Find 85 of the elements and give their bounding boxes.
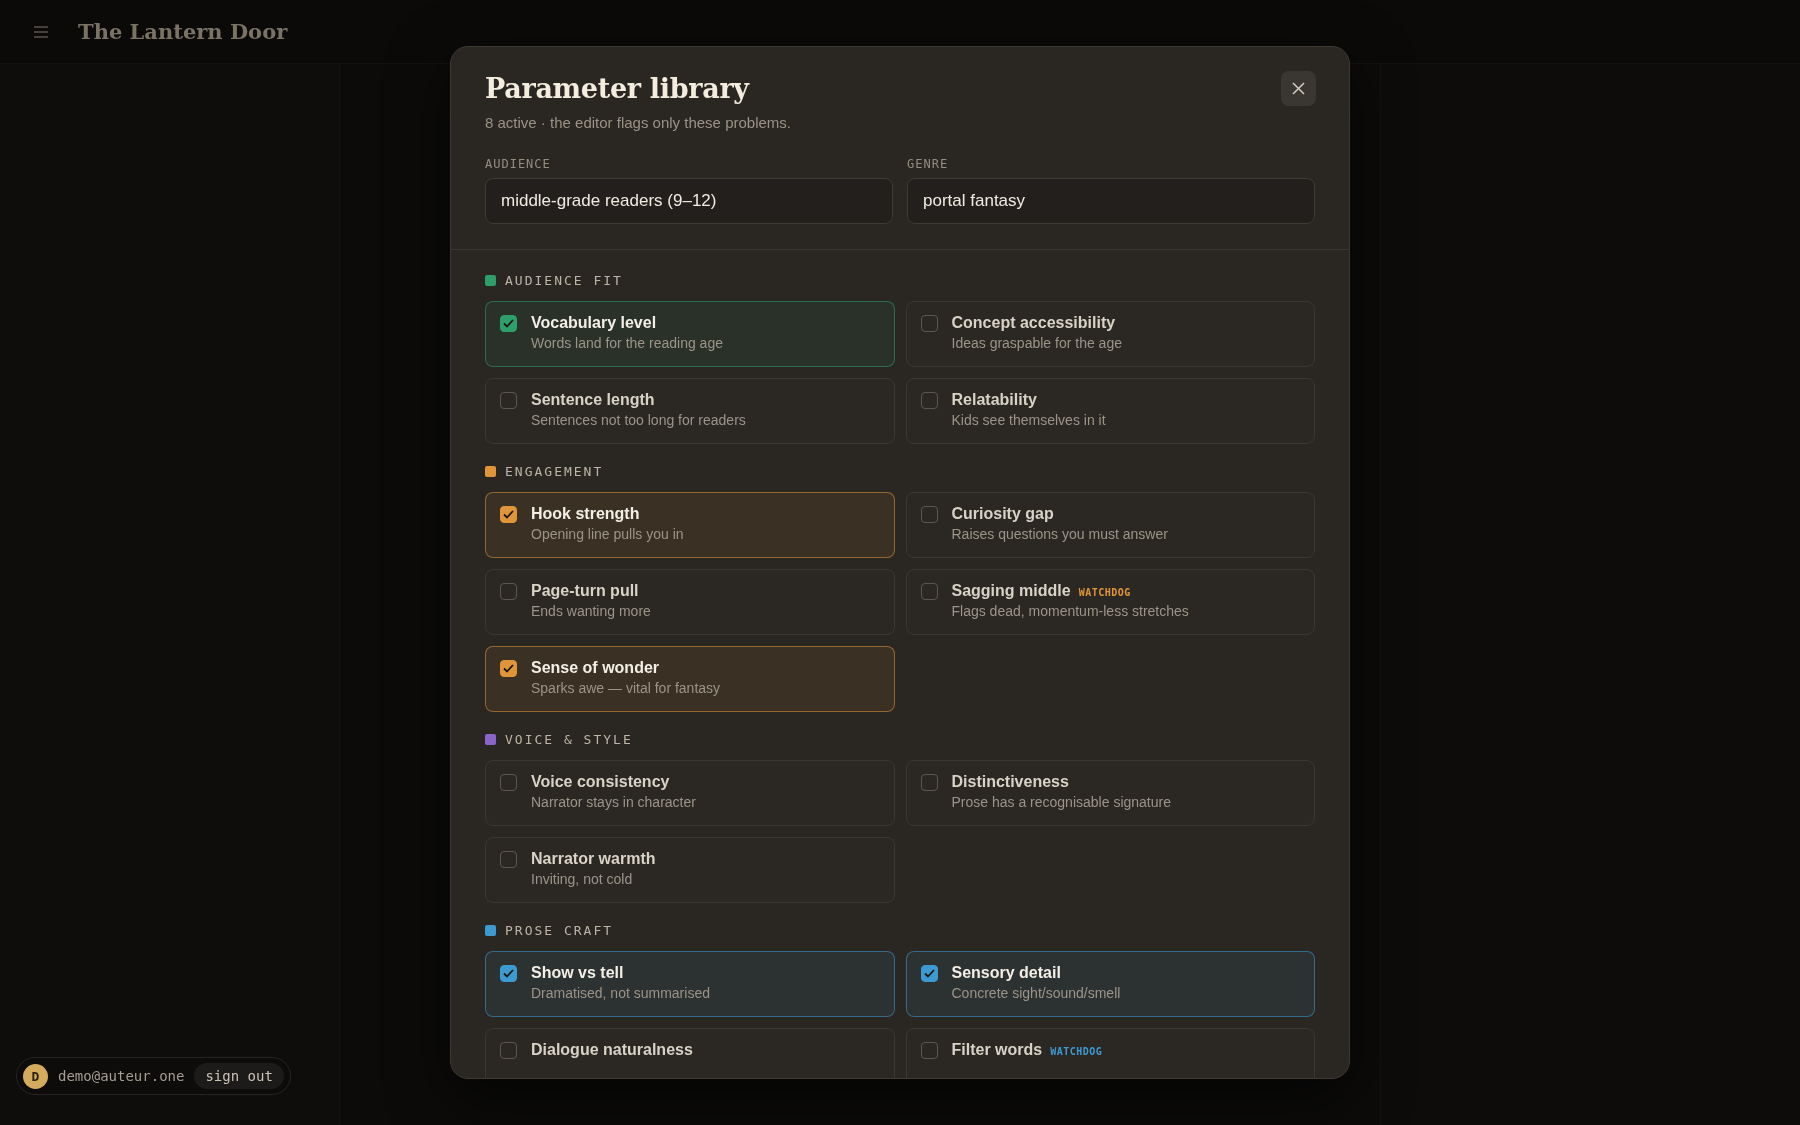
checkbox[interactable] [920, 774, 938, 791]
option-title: Page-turn pull [531, 582, 639, 600]
parameter-option[interactable]: Show vs tell Dramatised, not summarised [485, 951, 895, 1017]
user-email: demo@auteur.one [58, 1068, 185, 1084]
checkbox[interactable] [500, 392, 517, 409]
parameter-option[interactable]: Sentence length Sentences not too long for readers [485, 378, 895, 444]
check-icon [503, 969, 514, 978]
option-title: Hook strength [531, 505, 640, 523]
option-title: Filter words [951, 1041, 1043, 1059]
checkbox[interactable] [920, 392, 938, 409]
parameter-option[interactable]: Narrator warmth Inviting, not cold [485, 837, 895, 903]
option-description: Sparks awe — vital for fantasy [531, 680, 721, 696]
option-title: Narrator warmth [531, 850, 656, 868]
parameter-option[interactable]: Vocabulary level Words land for the reading age [485, 301, 895, 367]
option-title: Dialogue naturalness [531, 1041, 693, 1059]
option-description: Ends wanting more [531, 603, 651, 619]
checkbox[interactable] [920, 506, 938, 523]
option-title: Voice consistency [531, 773, 670, 791]
checkbox[interactable] [500, 660, 517, 677]
option-title: Sentence length [531, 391, 655, 409]
option-description: Words land for the reading age [531, 335, 723, 351]
option-title: Sense of wonder [531, 659, 660, 677]
option-description: Sentences not too long for readers [531, 412, 746, 428]
dialog-subtitle: 8 active · the editor flags only these problems. [485, 114, 792, 131]
text-field[interactable]: portal fantasy [907, 178, 1315, 224]
option-description: Raises questions you must answer [951, 526, 1168, 542]
option-description: Dramatised, not summarised [531, 985, 710, 1001]
parameter-option[interactable]: Curiosity gap Raises questions you must answer [905, 492, 1315, 558]
checkbox[interactable] [920, 965, 938, 982]
check-icon [503, 664, 514, 673]
user-avatar: D [23, 1063, 48, 1089]
option-title: Show vs tell [531, 964, 624, 982]
watchdog-tag: WATCHDOG [1050, 1046, 1103, 1057]
checkbox[interactable] [500, 583, 517, 600]
section-heading: VOICE & STYLE [505, 731, 633, 747]
check-icon [503, 319, 514, 328]
checkbox[interactable] [500, 851, 517, 868]
text-field[interactable]: middle-grade readers (9–12) [485, 178, 893, 224]
option-description: Ideas graspable for the age [951, 335, 1122, 351]
option-title: Sagging middle [951, 582, 1071, 600]
parameter-option[interactable]: Sagging middle WATCHDOG Flags dead, momentum-less stretches [905, 569, 1315, 635]
option-description: Kids see themselves in it [951, 412, 1106, 428]
parameter-option[interactable]: Filter words WATCHDOG [905, 1028, 1315, 1078]
watchdog-tag: WATCHDOG [1078, 587, 1131, 598]
parameter-option[interactable]: Page-turn pull Ends wanting more [485, 569, 895, 635]
close-button[interactable] [1281, 71, 1316, 106]
checkbox[interactable] [920, 1042, 938, 1059]
parameter-option[interactable]: Relatability Kids see themselves in it [905, 378, 1315, 444]
parameter-option[interactable]: Sensory detail Concrete sight/sound/smell [905, 951, 1315, 1017]
option-description: Prose has a recognisable signature [951, 794, 1171, 810]
option-description: Inviting, not cold [531, 871, 634, 887]
option-title: Concept accessibility [951, 314, 1116, 332]
checkbox[interactable] [500, 315, 517, 332]
section-heading: ENGAGEMENT [505, 463, 604, 479]
section-heading: PROSE CRAFT [505, 922, 614, 938]
option-title: Distinctiveness [951, 773, 1069, 791]
close-icon [1292, 82, 1305, 95]
field-label: GENRE [907, 157, 949, 171]
option-description: Opening line pulls you in [531, 526, 684, 542]
parameter-option[interactable]: Hook strength Opening line pulls you in [485, 492, 895, 558]
parameter-option[interactable]: Distinctiveness Prose has a recognisable signature [905, 760, 1315, 826]
option-title: Relatability [951, 391, 1037, 409]
option-title: Curiosity gap [951, 505, 1054, 523]
check-icon [923, 969, 935, 978]
checkbox[interactable] [500, 506, 517, 523]
field-label: AUDIENCE [485, 157, 551, 171]
option-description: Flags dead, momentum-less stretches [951, 603, 1189, 619]
option-description: Narrator stays in character [531, 794, 696, 810]
option-title: Sensory detail [951, 964, 1061, 982]
option-title: Vocabulary level [531, 314, 657, 332]
sign-out-button[interactable]: sign out [194, 1063, 284, 1089]
checkbox[interactable] [500, 1042, 517, 1059]
parameter-option[interactable]: Concept accessibility Ideas graspable for the age [905, 301, 1315, 367]
dialog-title: Parameter library [485, 73, 749, 104]
parameter-option[interactable]: Sense of wonder Sparks awe — vital for fantasy [485, 646, 895, 712]
option-description: Concrete sight/sound/smell [951, 985, 1121, 1001]
checkbox[interactable] [920, 315, 938, 332]
document-title: The Lantern Door [78, 19, 288, 44]
section-heading: AUDIENCE FIT [505, 272, 623, 288]
checkbox[interactable] [500, 774, 517, 791]
check-icon [503, 510, 514, 519]
checkbox[interactable] [920, 583, 938, 600]
parameter-option[interactable]: Voice consistency Narrator stays in character [485, 760, 895, 826]
parameter-option[interactable]: Dialogue naturalness [485, 1028, 895, 1078]
checkbox[interactable] [500, 965, 517, 982]
